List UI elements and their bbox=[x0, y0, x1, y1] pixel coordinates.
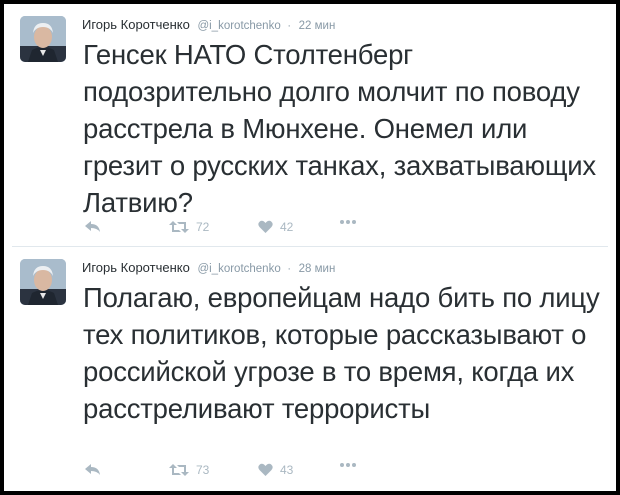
more-icon bbox=[340, 220, 356, 224]
more-button[interactable] bbox=[339, 219, 357, 225]
avatar-image bbox=[20, 259, 66, 305]
tweet-actions: 72 42 bbox=[84, 220, 384, 238]
tweet-text: Генсек НАТО Столтенберг подозрительно до… bbox=[83, 39, 596, 218]
like-count: 43 bbox=[280, 463, 294, 477]
avatar[interactable] bbox=[20, 16, 66, 62]
tweet-feed: Игорь Коротченко @i_korotchenko · 22 мин… bbox=[4, 4, 616, 491]
reply-icon bbox=[85, 464, 100, 475]
author-name[interactable]: Игорь Коротченко bbox=[82, 17, 190, 32]
retweet-icon bbox=[169, 221, 189, 233]
separator-dot: · bbox=[287, 263, 292, 275]
retweet-count: 72 bbox=[196, 220, 210, 234]
author-handle[interactable]: @i_korotchenko bbox=[197, 20, 280, 32]
more-icon bbox=[340, 463, 356, 467]
like-button[interactable]: 43 bbox=[258, 463, 293, 477]
retweet-count: 73 bbox=[196, 463, 210, 477]
retweet-icon bbox=[169, 464, 189, 476]
tweet-card[interactable]: Игорь Коротченко @i_korotchenko · 28 мин… bbox=[4, 247, 616, 491]
author-name[interactable]: Игорь Коротченко bbox=[82, 260, 190, 275]
author-handle[interactable]: @i_korotchenko bbox=[197, 263, 280, 275]
tweet-time[interactable]: 28 мин bbox=[299, 263, 336, 275]
more-button[interactable] bbox=[339, 462, 357, 468]
tweet-time[interactable]: 22 мин bbox=[299, 20, 336, 32]
reply-button[interactable] bbox=[84, 220, 102, 234]
tweet-card[interactable]: Игорь Коротченко @i_korotchenko · 22 мин… bbox=[4, 4, 616, 246]
reply-button[interactable] bbox=[84, 463, 102, 477]
retweet-button[interactable]: 73 bbox=[169, 463, 209, 477]
retweet-button[interactable]: 72 bbox=[169, 220, 209, 234]
like-button[interactable]: 42 bbox=[258, 220, 293, 234]
separator-dot: · bbox=[287, 20, 292, 32]
reply-icon bbox=[85, 221, 100, 232]
heart-icon bbox=[258, 220, 273, 233]
tweet-actions: 73 43 bbox=[84, 463, 384, 481]
tweet-header: Игорь Коротченко @i_korotchenko · 22 мин bbox=[82, 17, 335, 34]
tweet-header: Игорь Коротченко @i_korotchenko · 28 мин bbox=[82, 260, 335, 277]
avatar-image bbox=[20, 16, 66, 62]
like-count: 42 bbox=[280, 220, 294, 234]
heart-icon bbox=[258, 463, 273, 476]
avatar[interactable] bbox=[20, 259, 66, 305]
tweet-text: Полагаю, европейцам надо бить по лицу те… bbox=[83, 282, 600, 424]
